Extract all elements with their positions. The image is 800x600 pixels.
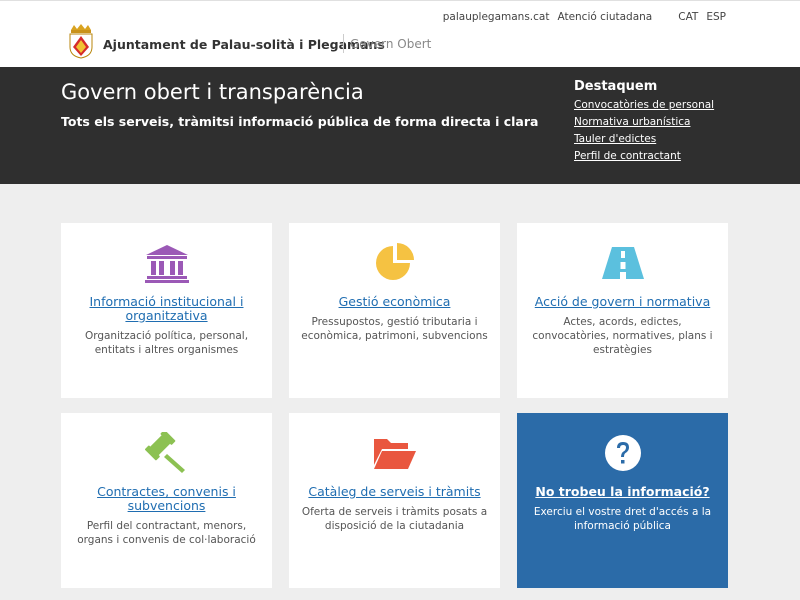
page-subtitle: Tots els serveis, tràmitsi informació pú…	[61, 114, 539, 129]
lang-esp-link[interactable]: ESP	[706, 11, 726, 23]
card-description: Actes, acords, edictes, convocatòries, n…	[532, 316, 713, 356]
card-cataleg-serveis[interactable]: Catàleg de serveis i tràmits Oferta de s…	[289, 413, 500, 588]
site-link[interactable]: palauplegamans.cat	[443, 11, 550, 23]
destaquem-title: Destaquem	[574, 79, 658, 94]
site-header: Ajuntament de Palau-solità i Plegamans G…	[0, 0, 800, 67]
card-description: Oferta de serveis i tràmits posats a dis…	[301, 506, 488, 532]
pie-chart-icon	[375, 243, 414, 280]
org-subtitle[interactable]: Govern Obert	[350, 37, 431, 51]
top-links: palauplegamans.cat Atenció ciutadana CAT…	[443, 11, 726, 23]
card-no-trobeu-informacio[interactable]: No trobeu la informació? Exerciu el vost…	[517, 413, 728, 588]
card-title[interactable]: Gestió econòmica	[299, 295, 490, 309]
institution-building-icon	[144, 245, 189, 283]
header-divider	[343, 34, 344, 53]
card-description: Pressupostos, gestió tributaria i econòm…	[301, 316, 488, 342]
card-description: Organització política, personal, entitat…	[84, 330, 249, 356]
atencio-ciutadana-link[interactable]: Atenció ciutadana	[557, 11, 652, 23]
destaquem-box: Destaquem Convocatòries de personal Norm…	[574, 79, 714, 167]
card-gestio-economica[interactable]: Gestió econòmica Pressupostos, gestió tr…	[289, 223, 500, 398]
page-title: Govern obert i transparència	[61, 80, 364, 104]
gavel-icon	[144, 432, 185, 473]
card-title[interactable]: Contractes, convenis i subvencions	[71, 485, 262, 513]
lang-cat-link[interactable]: CAT	[678, 11, 698, 23]
card-informacio-institucional[interactable]: Informació institucional i organitzativa…	[61, 223, 272, 398]
question-circle-icon	[604, 435, 641, 471]
road-icon	[601, 247, 644, 279]
card-title[interactable]: No trobeu la informació?	[527, 485, 718, 499]
card-title[interactable]: Catàleg de serveis i tràmits	[299, 485, 490, 499]
card-contractes[interactable]: Contractes, convenis i subvencions Perfi…	[61, 413, 272, 588]
destaquem-link-tauler[interactable]: Tauler d'edictes	[574, 133, 714, 145]
destaquem-link-convocatories[interactable]: Convocatòries de personal	[574, 99, 714, 111]
card-description: Perfil del contractant, menors, organs i…	[77, 520, 256, 546]
destaquem-link-perfil[interactable]: Perfil de contractant	[574, 150, 714, 162]
card-description: Exerciu el vostre dret d'accés a la info…	[533, 506, 712, 532]
folder-open-icon	[373, 439, 416, 469]
card-accio-govern[interactable]: Acció de govern i normativa Actes, acord…	[517, 223, 728, 398]
hero-banner: Govern obert i transparència Tots els se…	[0, 67, 800, 184]
destaquem-link-normativa[interactable]: Normativa urbanística	[574, 116, 714, 128]
municipal-crest-icon[interactable]	[68, 23, 94, 59]
card-title[interactable]: Informació institucional i organitzativa	[71, 295, 262, 323]
card-title[interactable]: Acció de govern i normativa	[527, 295, 718, 309]
